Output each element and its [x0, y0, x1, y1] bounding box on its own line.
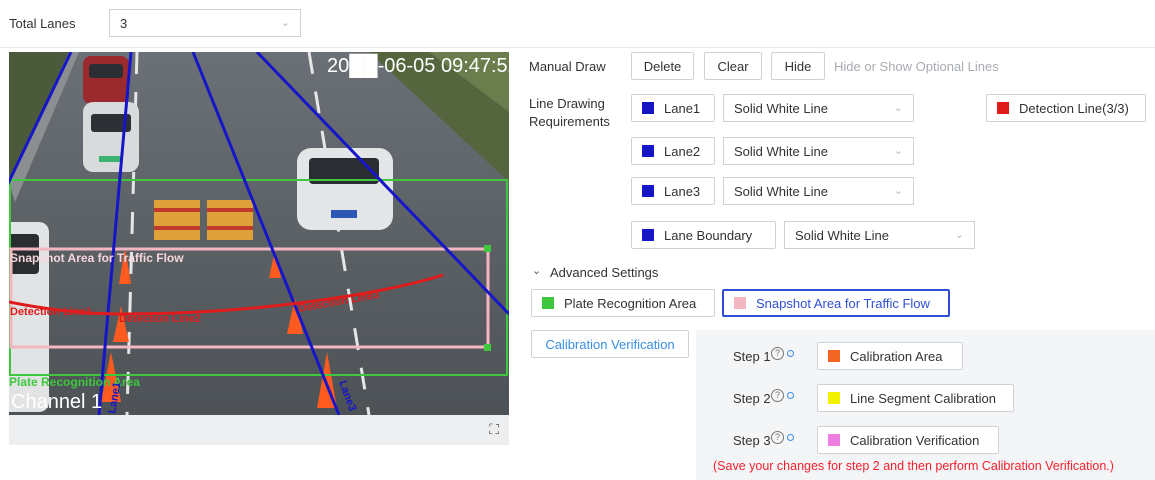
total-lanes-label: Total Lanes	[9, 16, 76, 31]
chevron-down-icon: ⌄	[893, 185, 903, 197]
lane1-line-type-value: Solid White Line	[734, 100, 828, 116]
lane3-line-type-select[interactable]: Solid White Line ⌄	[723, 177, 914, 205]
detection-line-label: Detection Line(3/3)	[1019, 100, 1129, 116]
plate-recognition-area-button[interactable]: Plate Recognition Area	[531, 289, 715, 317]
chevron-down-icon: ⌄	[893, 102, 903, 114]
detection-line-button[interactable]: Detection Line(3/3)	[986, 94, 1146, 122]
video-canvas[interactable]: 20██-06-05 09:47:52 Snapshot Area for Tr…	[9, 52, 509, 415]
channel-label: Channel 1	[11, 391, 102, 413]
calibration-verification-step-label: Calibration Verification	[850, 432, 980, 448]
blue-swatch-icon	[642, 145, 654, 157]
blue-swatch-icon	[642, 102, 654, 114]
lane3-button[interactable]: Lane3	[631, 177, 715, 205]
lane2-button[interactable]: Lane2	[631, 137, 715, 165]
car-2	[83, 102, 139, 172]
lane-boundary-line-type-select[interactable]: Solid White Line ⌄	[784, 221, 975, 249]
lane-boundary-line-type-value: Solid White Line	[795, 227, 889, 243]
hide-button[interactable]: Hide	[771, 52, 825, 80]
video-toolbar: ⛶	[9, 415, 509, 445]
detection-line-2-label: Detection Line2	[119, 313, 201, 325]
video-timestamp: 20██-06-05 09:47:52	[327, 53, 509, 79]
yellow-swatch-icon	[828, 392, 840, 404]
magenta-swatch-icon	[828, 434, 840, 446]
help-icon[interactable]: ?	[771, 347, 784, 360]
lane2-line-type-select[interactable]: Solid White Line ⌄	[723, 137, 914, 165]
step3-label: Step 3	[733, 433, 771, 448]
step1-label: Step 1	[733, 349, 771, 364]
total-lanes-select[interactable]: 3 ⌄	[109, 9, 301, 37]
advanced-settings-toggle[interactable]: Advanced Settings	[550, 265, 658, 280]
lane-boundary-button[interactable]: Lane Boundary	[631, 221, 776, 249]
radio-icon[interactable]	[787, 350, 794, 357]
step2-label: Step 2	[733, 391, 771, 406]
radio-icon[interactable]	[787, 392, 794, 399]
detection-line-1-label: Detection Line1	[10, 306, 92, 318]
calibration-area-button[interactable]: Calibration Area	[817, 342, 963, 370]
manual-draw-label: Manual Draw	[529, 59, 606, 74]
blue-swatch-icon	[642, 229, 654, 241]
lane3-label: Lane3	[664, 183, 701, 199]
lane-boundary-label: Lane Boundary	[664, 227, 753, 243]
car-1	[83, 56, 129, 104]
lane3-line-type-value: Solid White Line	[734, 183, 828, 199]
lane1-button[interactable]: Lane1	[631, 94, 715, 122]
blue-swatch-icon	[642, 185, 654, 197]
chevron-down-icon: ⌄	[954, 229, 964, 241]
help-icon[interactable]: ?	[771, 389, 784, 402]
calibration-verification-button[interactable]: Calibration Verification	[531, 330, 689, 358]
lane1-line-type-select[interactable]: Solid White Line ⌄	[723, 94, 914, 122]
help-icon[interactable]: ?	[771, 431, 784, 444]
hide-hint-text: Hide or Show Optional Lines	[834, 59, 999, 74]
lane2-line-type-value: Solid White Line	[734, 143, 828, 159]
calibration-verification-step-button[interactable]: Calibration Verification	[817, 426, 999, 454]
video-preview[interactable]: 20██-06-05 09:47:52 Snapshot Area for Tr…	[9, 52, 509, 415]
pink-swatch-icon	[734, 297, 746, 309]
line-segment-calibration-label: Line Segment Calibration	[850, 390, 996, 406]
plate-recognition-area-label: Plate Recognition Area	[564, 295, 697, 311]
delete-button[interactable]: Delete	[631, 52, 694, 80]
line-drawing-label-line2: Requirements	[529, 114, 610, 129]
chevron-down-icon: ⌄	[280, 17, 290, 29]
chevron-down-icon: ⌄	[893, 145, 903, 157]
line-drawing-label-line1: Line Drawing	[529, 96, 605, 111]
lane1-label: Lane1	[664, 100, 701, 116]
fullscreen-icon[interactable]: ⛶	[489, 421, 499, 438]
header-divider	[0, 47, 1155, 48]
green-swatch-icon	[542, 297, 554, 309]
orange-swatch-icon	[828, 350, 840, 362]
snapshot-area-video-label: Snapshot Area for Traffic Flow	[10, 251, 184, 265]
snapshot-area-button[interactable]: Snapshot Area for Traffic Flow	[722, 289, 950, 317]
car-3	[297, 148, 393, 230]
chevron-down-icon[interactable]: ⌄	[532, 264, 541, 277]
radio-icon[interactable]	[787, 434, 794, 441]
calibration-warning-text: (Save your changes for step 2 and then p…	[713, 459, 1114, 473]
total-lanes-value: 3	[120, 15, 128, 31]
clear-button[interactable]: Clear	[704, 52, 762, 80]
line-segment-calibration-button[interactable]: Line Segment Calibration	[817, 384, 1014, 412]
red-swatch-icon	[997, 102, 1009, 114]
snapshot-area-label: Snapshot Area for Traffic Flow	[756, 295, 930, 311]
lane2-label: Lane2	[664, 143, 701, 159]
calibration-area-label: Calibration Area	[850, 348, 943, 364]
